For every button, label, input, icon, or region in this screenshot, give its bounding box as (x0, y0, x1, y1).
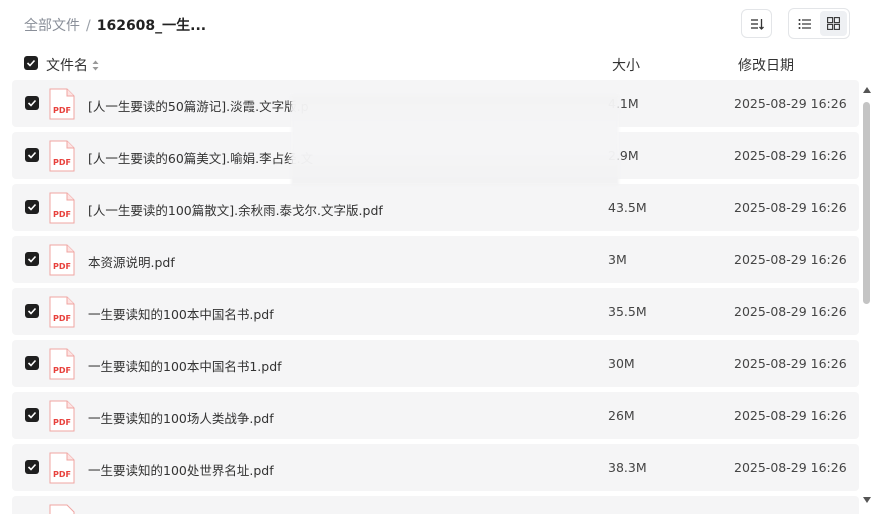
pdf-icon-label: PDF (53, 314, 71, 323)
modified-column-header[interactable]: 修改日期 (738, 55, 794, 75)
table-row[interactable]: PDF 一生要读知的100本中国名书.pdf 35.5M 2025-08-29 … (12, 288, 859, 335)
file-size: 38.3M (608, 460, 647, 475)
table-row[interactable]: PDF 一生要读知的100本中国名书1.pdf 30M 2025-08-29 1… (12, 340, 859, 387)
select-all-checkbox[interactable] (24, 56, 38, 70)
check-icon (26, 59, 36, 67)
row-checkbox[interactable] (25, 460, 39, 474)
file-name[interactable]: [人一生要读的60篇美文].喻娟.李占经.文 (88, 148, 313, 167)
pdf-icon-label: PDF (53, 158, 71, 167)
check-icon (27, 255, 37, 263)
pdf-file-icon: PDF (49, 88, 75, 120)
pdf-file-icon: PDF (49, 296, 75, 328)
pdf-icon-label: PDF (53, 418, 71, 427)
breadcrumb: 全部文件 / 162608_一生... (24, 15, 206, 35)
pdf-file-icon: PDF (49, 244, 75, 276)
row-checkbox[interactable] (25, 96, 39, 110)
pdf-icon-label: PDF (53, 470, 71, 479)
file-modified-date: 2025-08-29 16:26 (734, 96, 847, 111)
file-size: 35.5M (608, 304, 647, 319)
row-checkbox[interactable] (25, 408, 39, 422)
file-name[interactable]: 一生要读知的100本中国名书1.pdf (88, 356, 282, 375)
sort-toggle-icon (92, 60, 99, 70)
blurred-region (291, 95, 619, 185)
file-size: 26M (608, 408, 635, 423)
file-modified-date: 2025-08-29 16:26 (734, 148, 847, 163)
pdf-file-icon (49, 504, 75, 514)
sort-icon (750, 18, 764, 30)
table-row-partial (12, 496, 859, 514)
check-icon (27, 463, 37, 471)
file-name[interactable]: 一生要读知的100处世界名址.pdf (88, 460, 274, 479)
file-modified-date: 2025-08-29 16:26 (734, 304, 847, 319)
check-icon (27, 151, 37, 159)
file-modified-date: 2025-08-29 16:26 (734, 252, 847, 267)
list-view-button[interactable] (791, 11, 818, 36)
grid-view-button[interactable] (820, 11, 847, 36)
pdf-icon-label: PDF (53, 210, 71, 219)
file-modified-date: 2025-08-29 16:26 (734, 408, 847, 423)
pdf-icon-label: PDF (53, 262, 71, 271)
file-size: 3M (608, 252, 627, 267)
row-checkbox[interactable] (25, 252, 39, 266)
name-column-header[interactable]: 文件名 (46, 55, 99, 75)
file-name[interactable]: [人一生要读的50篇游记].淡霞.文字版.p (88, 96, 309, 115)
file-modified-date: 2025-08-29 16:26 (734, 200, 847, 215)
list-icon (798, 18, 811, 29)
check-icon (27, 203, 37, 211)
sort-button[interactable] (741, 9, 772, 38)
row-checkbox[interactable] (25, 148, 39, 162)
size-column-header[interactable]: 大小 (612, 55, 640, 75)
check-icon (27, 99, 37, 107)
pdf-file-icon: PDF (49, 348, 75, 380)
file-name[interactable]: 本资源说明.pdf (88, 252, 175, 271)
view-toggle (788, 8, 850, 39)
scroll-thumb[interactable] (863, 102, 870, 304)
pdf-file-icon: PDF (49, 140, 75, 172)
table-row[interactable]: PDF [人一生要读的100篇散文].余秋雨.泰戈尔.文字版.pdf 43.5M… (12, 184, 859, 231)
file-size: 43.5M (608, 200, 647, 215)
check-icon (27, 411, 37, 419)
pdf-icon-label: PDF (53, 366, 71, 375)
grid-icon (827, 17, 840, 30)
file-size: 30M (608, 356, 635, 371)
table-row[interactable]: PDF 一生要读知的100处世界名址.pdf 38.3M 2025-08-29 … (12, 444, 859, 491)
file-modified-date: 2025-08-29 16:26 (734, 460, 847, 475)
check-icon (27, 359, 37, 367)
scroll-up-icon[interactable] (862, 86, 872, 94)
pdf-icon-label: PDF (53, 106, 71, 115)
table-row[interactable]: PDF 一生要读知的100场人类战争.pdf 26M 2025-08-29 16… (12, 392, 859, 439)
breadcrumb-separator: / (86, 18, 91, 34)
pdf-file-icon: PDF (49, 400, 75, 432)
pdf-file-icon: PDF (49, 452, 75, 484)
row-checkbox[interactable] (25, 304, 39, 318)
pdf-file-icon: PDF (49, 192, 75, 224)
row-checkbox[interactable] (25, 200, 39, 214)
file-name[interactable]: [人一生要读的100篇散文].余秋雨.泰戈尔.文字版.pdf (88, 200, 383, 219)
scroll-down-icon[interactable] (862, 496, 872, 504)
name-column-label: 文件名 (46, 58, 88, 74)
breadcrumb-root[interactable]: 全部文件 (24, 18, 80, 34)
list-header: 文件名 大小 修改日期 (0, 52, 874, 76)
file-modified-date: 2025-08-29 16:26 (734, 356, 847, 371)
row-checkbox[interactable] (25, 356, 39, 370)
file-name[interactable]: 一生要读知的100场人类战争.pdf (88, 408, 274, 427)
check-icon (27, 307, 37, 315)
top-bar: 全部文件 / 162608_一生... (0, 0, 874, 48)
scrollbar[interactable] (861, 84, 873, 512)
file-name[interactable]: 一生要读知的100本中国名书.pdf (88, 304, 274, 323)
breadcrumb-current: 162608_一生... (96, 18, 207, 34)
table-row[interactable]: PDF 本资源说明.pdf 3M 2025-08-29 16:26 (12, 236, 859, 283)
